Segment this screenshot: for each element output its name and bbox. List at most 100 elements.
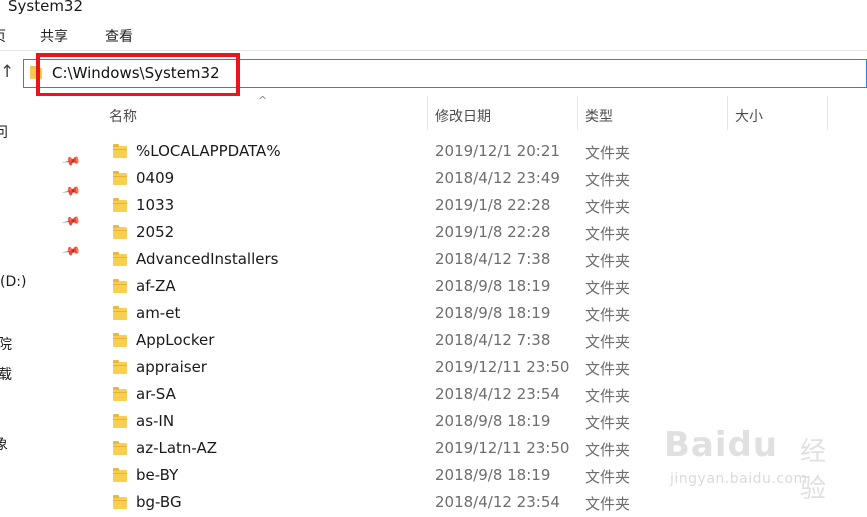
column-divider[interactable] [727, 96, 728, 130]
ribbon-tabs: 页 共享 查看 [0, 18, 867, 51]
folder-icon [113, 495, 127, 509]
file-type: 文件夹 [585, 225, 631, 243]
folder-icon [113, 306, 127, 320]
file-type: 文件夹 [585, 333, 631, 351]
folder-icon [113, 360, 127, 374]
file-type: 文件夹 [585, 198, 631, 216]
folder-icon [113, 144, 127, 158]
table-row[interactable]: 0409 2018/4/12 23:49 文件夹 [100, 166, 867, 193]
nav-item-pictures[interactable]: 象 [0, 434, 8, 454]
column-header-row: ^ 名称 修改日期 类型 大小 [100, 94, 867, 130]
pin-icon[interactable]: 📌 [61, 181, 81, 201]
pin-icon[interactable]: 📌 [61, 151, 81, 171]
pin-icon[interactable]: 📌 [61, 241, 81, 261]
table-row[interactable]: 2052 2019/1/8 22:28 文件夹 [100, 220, 867, 247]
modified-date: 2018/4/12 7:38 [435, 250, 551, 268]
table-row[interactable]: appraiser 2019/12/11 23:50 文件夹 [100, 355, 867, 382]
file-name[interactable]: 2052 [136, 223, 174, 241]
column-header-name[interactable]: 名称 [109, 106, 137, 126]
file-name[interactable]: AppLocker [136, 331, 214, 349]
folder-icon [113, 225, 127, 239]
watermark-logo: Baidu [664, 425, 779, 465]
tab-view[interactable]: 查看 [105, 26, 133, 46]
sort-ascending-icon: ^ [258, 94, 268, 107]
modified-date: 2019/1/8 22:28 [435, 223, 551, 241]
column-divider[interactable] [427, 96, 428, 130]
column-divider[interactable] [827, 96, 828, 130]
file-type: 文件夹 [585, 468, 631, 486]
table-row[interactable]: AdvancedInstallers 2018/4/12 7:38 文件夹 [100, 247, 867, 274]
modified-date: 2019/1/8 22:28 [435, 196, 551, 214]
folder-icon [113, 387, 127, 401]
folder-icon [113, 279, 127, 293]
file-name[interactable]: %LOCALAPPDATA% [136, 142, 281, 160]
file-type: 文件夹 [585, 279, 631, 297]
file-type: 文件夹 [585, 387, 631, 405]
folder-icon [113, 468, 127, 482]
folder-icon [113, 171, 127, 185]
table-row[interactable]: ar-SA 2018/4/12 23:54 文件夹 [100, 382, 867, 409]
file-type: 文件夹 [585, 171, 631, 189]
address-path[interactable]: C:\Windows\System32 [52, 64, 220, 82]
folder-icon [113, 414, 127, 428]
title-bar: System32 [0, 0, 867, 18]
address-bar[interactable]: C:\Windows\System32 [23, 59, 867, 88]
file-name[interactable]: as-IN [136, 412, 174, 430]
baidu-jingyan-watermark: Baidu 经验 jingyan.baidu.com [660, 425, 850, 504]
modified-date: 2019/12/11 23:50 [435, 439, 570, 457]
file-name[interactable]: am-et [136, 304, 180, 322]
tab-share[interactable]: 共享 [40, 26, 68, 46]
watermark-cn: 经验 [800, 437, 827, 504]
file-type: 文件夹 [585, 495, 631, 513]
file-name[interactable]: az-Latn-AZ [136, 439, 217, 457]
column-divider[interactable] [577, 96, 578, 130]
modified-date: 2018/9/8 18:19 [435, 304, 551, 322]
folder-icon [113, 441, 127, 455]
file-name[interactable]: 0409 [136, 169, 174, 187]
column-header-date[interactable]: 修改日期 [435, 106, 491, 126]
modified-date: 2018/4/12 23:54 [435, 493, 560, 511]
tab-home[interactable]: 页 [0, 26, 6, 46]
window-title: System32 [8, 0, 84, 15]
watermark-url: jingyan.baidu.com [670, 471, 808, 487]
table-row[interactable]: %LOCALAPPDATA% 2019/12/1 20:21 文件夹 [100, 139, 867, 166]
file-name[interactable]: 1033 [136, 196, 174, 214]
up-arrow-icon[interactable]: ↑ [0, 63, 14, 81]
file-name[interactable]: AdvancedInstallers [136, 250, 278, 268]
table-row[interactable]: am-et 2018/9/8 18:19 文件夹 [100, 301, 867, 328]
column-header-type[interactable]: 类型 [585, 106, 613, 126]
folder-icon [30, 66, 42, 79]
nav-item-quick-access[interactable]: 问 [0, 122, 8, 142]
folder-icon [113, 333, 127, 347]
file-type: 文件夹 [585, 252, 631, 270]
modified-date: 2018/4/12 7:38 [435, 331, 551, 349]
table-row[interactable]: 1033 2019/1/8 22:28 文件夹 [100, 193, 867, 220]
file-name[interactable]: af-ZA [136, 277, 176, 295]
modified-date: 2019/12/1 20:21 [435, 142, 560, 160]
column-header-size[interactable]: 大小 [735, 106, 763, 126]
file-type: 文件夹 [585, 414, 631, 432]
file-type: 文件夹 [585, 360, 631, 378]
modified-date: 2018/4/12 23:49 [435, 169, 560, 187]
folder-icon [113, 198, 127, 212]
folder-icon [113, 252, 127, 266]
nav-item-downloads[interactable]: 载 [0, 364, 12, 384]
modified-date: 2018/4/12 23:54 [435, 385, 560, 403]
file-type: 文件夹 [585, 441, 631, 459]
modified-date: 2019/12/11 23:50 [435, 358, 570, 376]
file-name[interactable]: bg-BG [136, 493, 182, 511]
table-row[interactable]: AppLocker 2018/4/12 7:38 文件夹 [100, 328, 867, 355]
file-name[interactable]: ar-SA [136, 385, 176, 403]
file-type: 文件夹 [585, 306, 631, 324]
modified-date: 2018/9/8 18:19 [435, 412, 551, 430]
file-name[interactable]: appraiser [136, 358, 207, 376]
address-bar-area: ↑ C:\Windows\System32 [0, 51, 867, 95]
file-name[interactable]: be-BY [136, 466, 178, 484]
pin-icon[interactable]: 📌 [61, 211, 81, 231]
table-row[interactable]: af-ZA 2018/9/8 18:19 文件夹 [100, 274, 867, 301]
modified-date: 2018/9/8 18:19 [435, 466, 551, 484]
modified-date: 2018/9/8 18:19 [435, 277, 551, 295]
file-type: 文件夹 [585, 144, 631, 162]
nav-item-drive-d[interactable]: (D:) [0, 274, 26, 290]
nav-item-folder[interactable]: 院 [0, 334, 12, 354]
